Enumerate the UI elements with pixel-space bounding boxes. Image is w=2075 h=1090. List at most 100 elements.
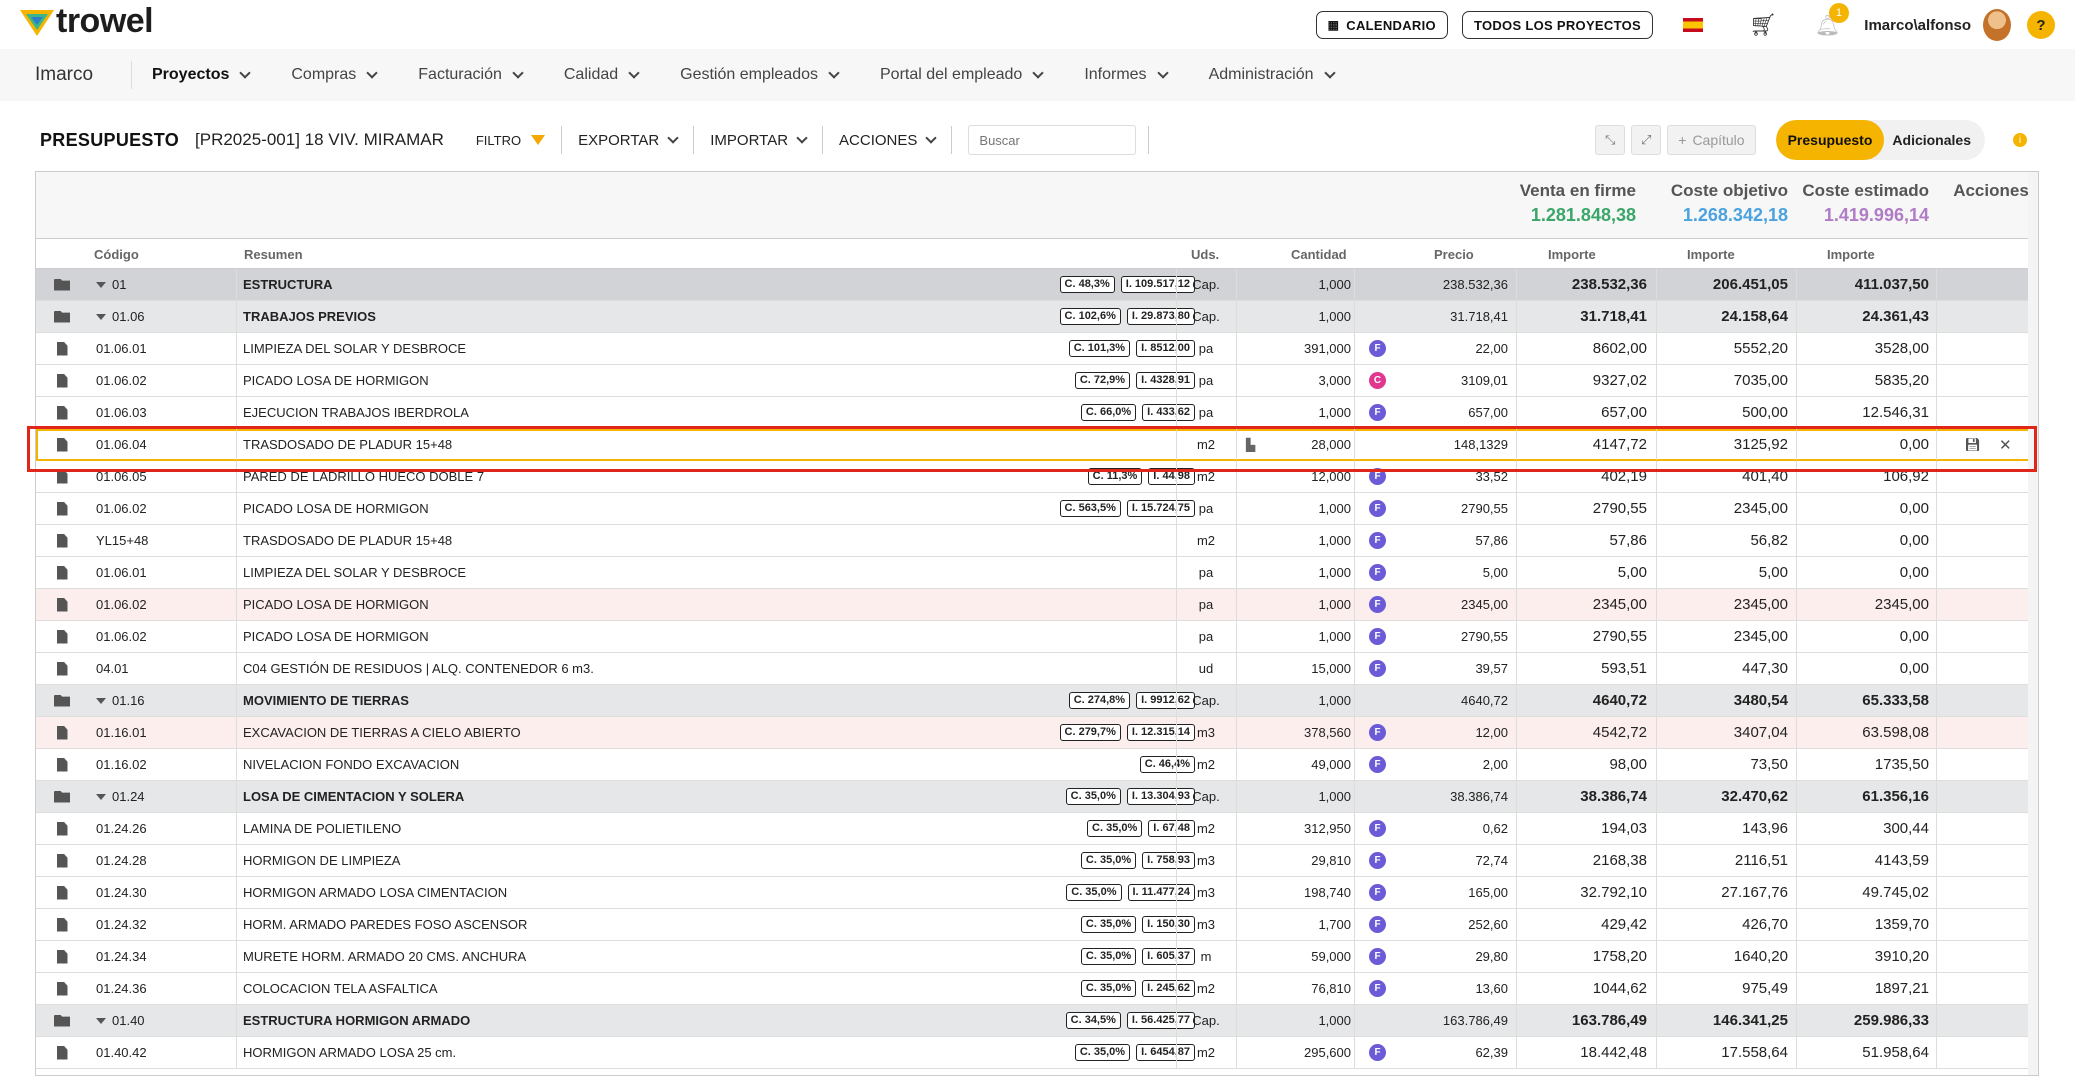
search-input[interactable] xyxy=(968,125,1137,155)
file-icon[interactable] xyxy=(54,877,70,908)
nav-item-gestion-empleados[interactable]: Gestión empleados xyxy=(680,66,840,84)
import-dropdown[interactable]: IMPORTAR xyxy=(693,126,822,154)
column-divider xyxy=(1656,749,1657,780)
nav-item-administracion[interactable]: Administración xyxy=(1209,66,1336,84)
chapter-row[interactable]: 01 ESTRUCTURA C. 48,3% I. 109.517,12 Cap. 1,0… xyxy=(36,269,2038,301)
caret-down-icon[interactable] xyxy=(96,1017,106,1024)
file-icon[interactable] xyxy=(54,941,70,972)
export-dropdown[interactable]: EXPORTAR xyxy=(561,126,693,154)
notifications-bell-icon[interactable]: 🔔︎ 1 xyxy=(1815,2,1849,38)
file-icon[interactable] xyxy=(54,621,70,652)
table-row[interactable]: 01.24.32 HORM. ARMADO PAREDES FOSO ASCENS… xyxy=(36,909,2038,941)
nav-item-facturacion[interactable]: Facturación xyxy=(418,66,524,84)
file-icon[interactable] xyxy=(54,653,70,684)
actions-dropdown[interactable]: ACCIONES xyxy=(822,126,951,154)
quantity-cell: 3,000 xyxy=(1236,365,1351,396)
file-icon[interactable] xyxy=(54,813,70,844)
fixed-price-badge: F xyxy=(1369,756,1386,773)
info-icon[interactable]: i xyxy=(2013,133,2027,147)
nav-item-proyectos[interactable]: Proyectos xyxy=(152,66,252,84)
column-divider xyxy=(1796,877,1797,908)
chapter-row[interactable]: 01.24 LOSA DE CIMENTACION Y SOLERA C. 35,0… xyxy=(36,781,2038,813)
col-precio[interactable]: Precio xyxy=(1434,247,1474,262)
col-uds[interactable]: Uds. xyxy=(1191,247,1219,262)
file-icon[interactable] xyxy=(54,717,70,748)
table-row[interactable]: 01.24.34 MURETE HORM. ARMADO 20 CMS. ANCH… xyxy=(36,941,2038,973)
chapter-row[interactable]: 01.06 TRABAJOS PREVIOS C. 102,6% I. 29.873,… xyxy=(36,301,2038,333)
expand-icon[interactable]: ⤢ xyxy=(1631,125,1662,155)
table-row[interactable]: 01.40.42 HORMIGON ARMADO LOSA 25 cm. C. 35… xyxy=(36,1037,2038,1069)
caret-down-icon[interactable] xyxy=(96,793,106,800)
col-importe-objetivo[interactable]: Importe xyxy=(1687,247,1735,262)
col-importe-estimado[interactable]: Importe xyxy=(1827,247,1875,262)
folder-icon[interactable] xyxy=(54,269,70,300)
table-row[interactable]: YL15+48 TRASDOSADO DE PLADUR 15+48 m2 1,000… xyxy=(36,525,2038,557)
units-cell: pa xyxy=(1198,565,1214,580)
user-name[interactable]: Imarco\alfonso xyxy=(1864,17,1971,34)
file-icon[interactable] xyxy=(54,333,70,364)
tab-adicionales[interactable]: Adicionales xyxy=(1884,132,1985,148)
file-icon[interactable] xyxy=(54,365,70,396)
table-row[interactable]: 01.06.02 PICADO LOSA DE HORMIGON C. 72,9% I… xyxy=(36,365,2038,397)
chapter-row[interactable]: 01.16 MOVIMIENTO DE TIERRAS C. 274,8% I. 99… xyxy=(36,685,2038,717)
project-name: [PR2025-001] 18 VIV. MIRAMAR xyxy=(195,130,444,149)
table-row[interactable]: 01.06.02 PICADO LOSA DE HORMIGON C. 563,5%… xyxy=(36,493,2038,525)
column-divider xyxy=(236,685,237,716)
nav-item-compras[interactable]: Compras xyxy=(291,66,378,84)
folder-icon[interactable] xyxy=(54,781,70,812)
file-icon[interactable] xyxy=(54,845,70,876)
col-codigo[interactable]: Código xyxy=(94,247,139,262)
file-icon[interactable] xyxy=(54,525,70,556)
budget-toolbar: PRESUPUESTO [PR2025-001] 18 VIV. MIRAMAR… xyxy=(0,114,2075,166)
table-row[interactable]: 01.06.01 LIMPIEZA DEL SOLAR Y DESBROCE C. … xyxy=(36,333,2038,365)
avatar[interactable] xyxy=(1983,9,2011,41)
filter-button[interactable]: FILTRO xyxy=(460,126,561,154)
all-projects-button[interactable]: TODOS LOS PROYECTOS xyxy=(1461,11,1653,39)
table-row[interactable]: 01.24.28 HORMIGON DE LIMPIEZA C. 35,0% I. 7… xyxy=(36,845,2038,877)
nav-item-portal-empleado[interactable]: Portal del empleado xyxy=(880,66,1044,84)
calendar-button[interactable]: ▦ CALENDARIO xyxy=(1315,11,1448,39)
file-icon[interactable] xyxy=(54,1037,70,1068)
collapse-icon[interactable]: ⤡ xyxy=(1595,125,1626,155)
col-importe-venta[interactable]: Importe xyxy=(1548,247,1596,262)
caret-down-icon[interactable] xyxy=(96,313,106,320)
table-row[interactable]: 01.24.26 LAMINA DE POLIETILENO C. 35,0% I. … xyxy=(36,813,2038,845)
table-row[interactable]: 01.06.03 EJECUCION TRABAJOS IBERDROLA C. 6… xyxy=(36,397,2038,429)
file-icon[interactable] xyxy=(54,557,70,588)
add-chapter-button[interactable]: + Capítulo xyxy=(1667,125,1756,155)
company-name[interactable]: Imarco xyxy=(35,64,117,86)
nav-item-informes[interactable]: Informes xyxy=(1084,66,1169,84)
tab-presupuesto[interactable]: Presupuesto xyxy=(1775,120,1885,160)
table-row[interactable]: 01.06.02 PICADO LOSA DE HORMIGON pa 1,000 F 2… xyxy=(36,589,2038,621)
spain-flag-icon[interactable] xyxy=(1682,18,1703,32)
help-button[interactable]: ? xyxy=(2027,11,2055,39)
folder-icon[interactable] xyxy=(54,685,70,716)
file-icon[interactable] xyxy=(54,397,70,428)
col-cantidad[interactable]: Cantidad xyxy=(1291,247,1347,262)
cart-icon[interactable]: 🛒︎ xyxy=(1749,12,1777,38)
nav-item-calidad[interactable]: Calidad xyxy=(564,66,640,84)
file-icon[interactable] xyxy=(54,909,70,940)
folder-icon[interactable] xyxy=(54,301,70,332)
file-icon[interactable] xyxy=(54,749,70,780)
caret-down-icon[interactable] xyxy=(96,697,106,704)
table-row[interactable]: 04.01 C04 GESTIÓN DE RESIDUOS | ALQ. CONT… xyxy=(36,653,2038,685)
caret-down-icon[interactable] xyxy=(96,281,106,288)
table-row[interactable]: 01.16.02 NIVELACION FONDO EXCAVACION C. 46… xyxy=(36,749,2038,781)
table-row[interactable]: 01.16.01 EXCAVACION DE TIERRAS A CIELO AB… xyxy=(36,717,2038,749)
trowel-logo[interactable]: trowel xyxy=(20,4,154,38)
column-divider xyxy=(1796,653,1797,684)
column-divider xyxy=(236,653,237,684)
file-icon[interactable] xyxy=(54,973,70,1004)
table-row[interactable]: 01.24.36 COLOCACION TELA ASFALTICA C. 35,0… xyxy=(36,973,2038,1005)
folder-icon[interactable] xyxy=(54,1005,70,1036)
file-icon[interactable] xyxy=(54,589,70,620)
file-icon[interactable] xyxy=(54,493,70,524)
chapter-row[interactable]: 01.40 ESTRUCTURA HORMIGON ARMADO C. 34,5% I… xyxy=(36,1005,2038,1037)
table-row[interactable]: 01.24.30 HORMIGON ARMADO LOSA CIMENTACION… xyxy=(36,877,2038,909)
vertical-scrollbar[interactable] xyxy=(2028,172,2038,1075)
col-resumen[interactable]: Resumen xyxy=(244,247,303,262)
table-row[interactable]: 01.06.01 LIMPIEZA DEL SOLAR Y DESBROCE pa 1… xyxy=(36,557,2038,589)
table-row[interactable]: 01.06.02 PICADO LOSA DE HORMIGON pa 1,000 F 2… xyxy=(36,621,2038,653)
fixed-price-badge: F xyxy=(1369,820,1386,837)
